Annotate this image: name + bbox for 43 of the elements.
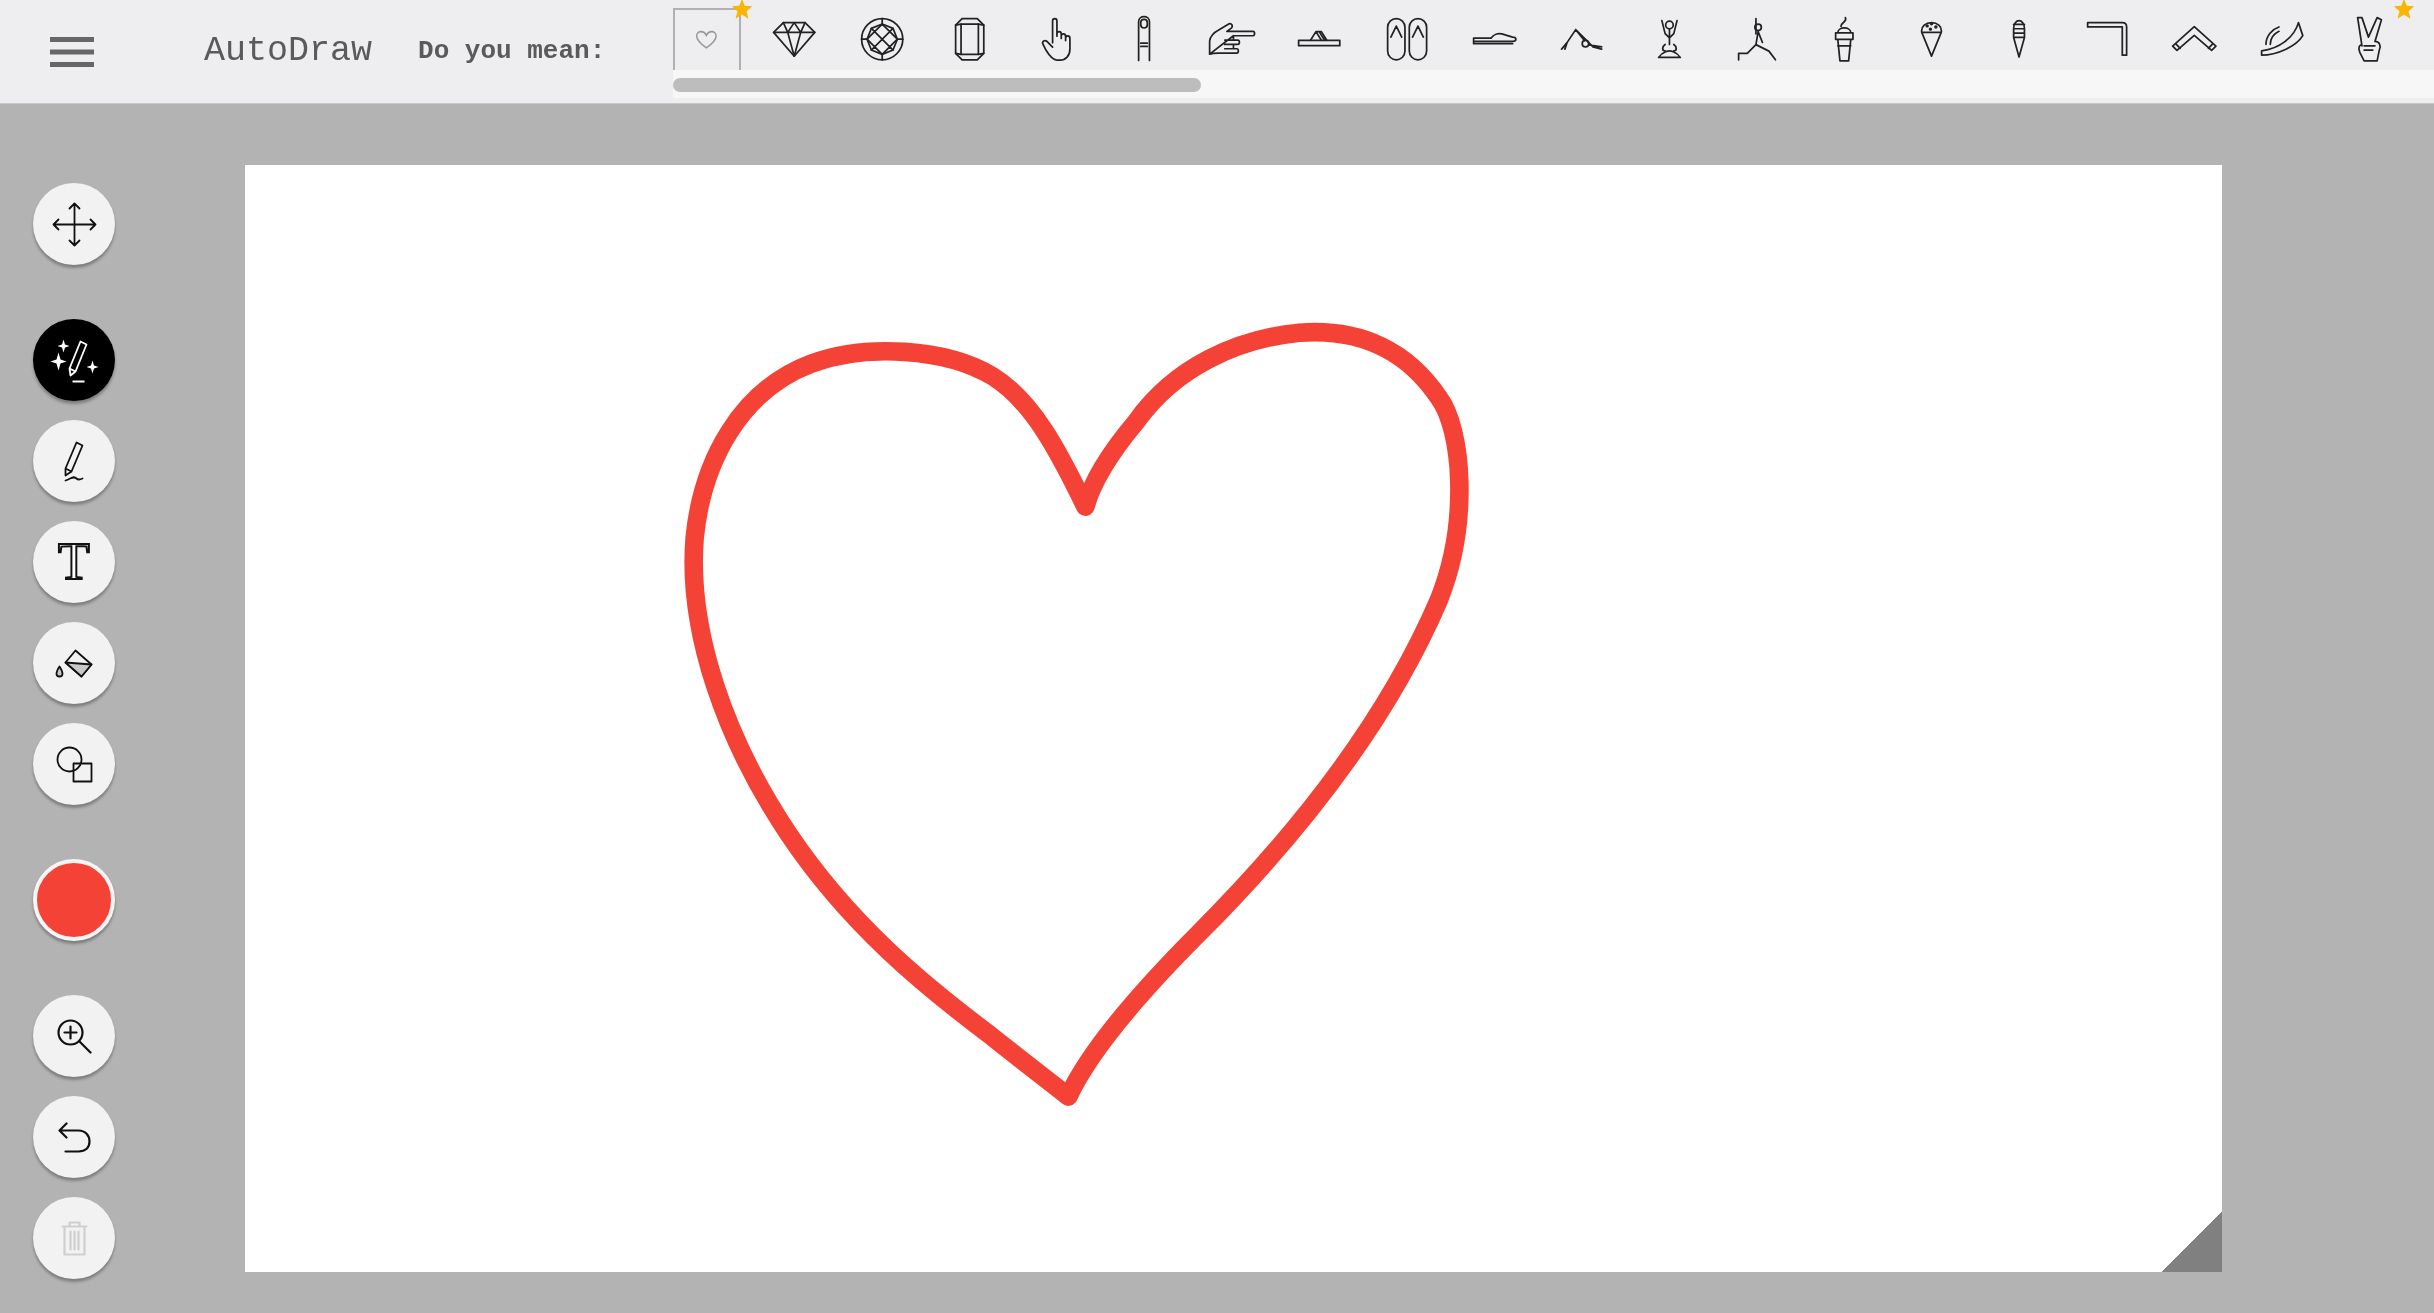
ice-cream-icon bbox=[1833, 15, 1855, 63]
drawing-canvas[interactable] bbox=[245, 165, 2222, 1272]
color-picker-button[interactable] bbox=[33, 859, 115, 941]
autodraw-tool-button[interactable] bbox=[33, 319, 115, 401]
menu-icon bbox=[50, 34, 94, 69]
shoe-icon bbox=[1471, 32, 1517, 46]
undo-button[interactable] bbox=[33, 1096, 115, 1178]
boomerang-icon bbox=[2170, 25, 2218, 53]
move-tool-button[interactable] bbox=[33, 183, 115, 265]
boomerang-icon bbox=[2259, 21, 2304, 57]
draw-tool-button[interactable] bbox=[33, 420, 115, 502]
pointing-hand-icon bbox=[1207, 22, 1256, 56]
ice-cream-cone-icon bbox=[1920, 20, 1944, 58]
peace-hand-icon bbox=[2355, 15, 2383, 63]
shape-tool-button[interactable] bbox=[33, 723, 115, 805]
zoom-button[interactable] bbox=[33, 995, 115, 1077]
corner-bracket-icon bbox=[2085, 21, 2128, 57]
trash-icon bbox=[60, 1220, 88, 1256]
zoom-in-icon bbox=[56, 1018, 92, 1054]
app-title: AutoDraw bbox=[204, 30, 373, 74]
finger-icon bbox=[1137, 15, 1152, 63]
heart-icon bbox=[695, 30, 719, 50]
flip-flops-icon bbox=[1385, 16, 1428, 62]
yoga-pose-icon bbox=[1736, 16, 1777, 62]
move-icon bbox=[51, 201, 97, 247]
magic-pencil-icon bbox=[48, 337, 100, 383]
text-tool-button[interactable]: T bbox=[33, 521, 115, 603]
fill-tool-button[interactable] bbox=[33, 622, 115, 704]
diamond-icon bbox=[772, 20, 817, 58]
ice-cream-cone-icon bbox=[2012, 19, 2027, 59]
gem-icon bbox=[953, 16, 985, 62]
shapes-icon bbox=[55, 745, 93, 783]
yoga-pose-icon bbox=[1656, 18, 1682, 60]
undo-icon bbox=[57, 1121, 91, 1153]
sandal-icon bbox=[1297, 30, 1342, 48]
gem-icon bbox=[859, 16, 904, 62]
menu-button[interactable] bbox=[50, 34, 94, 69]
paint-bucket-icon bbox=[55, 648, 93, 678]
pencil-icon bbox=[64, 440, 84, 482]
hand-icon bbox=[1041, 16, 1072, 62]
yoga-pose-icon bbox=[1560, 27, 1604, 51]
suggestion-prompt: Do you mean: bbox=[418, 35, 606, 68]
scrollbar-thumb[interactable] bbox=[673, 78, 1201, 92]
